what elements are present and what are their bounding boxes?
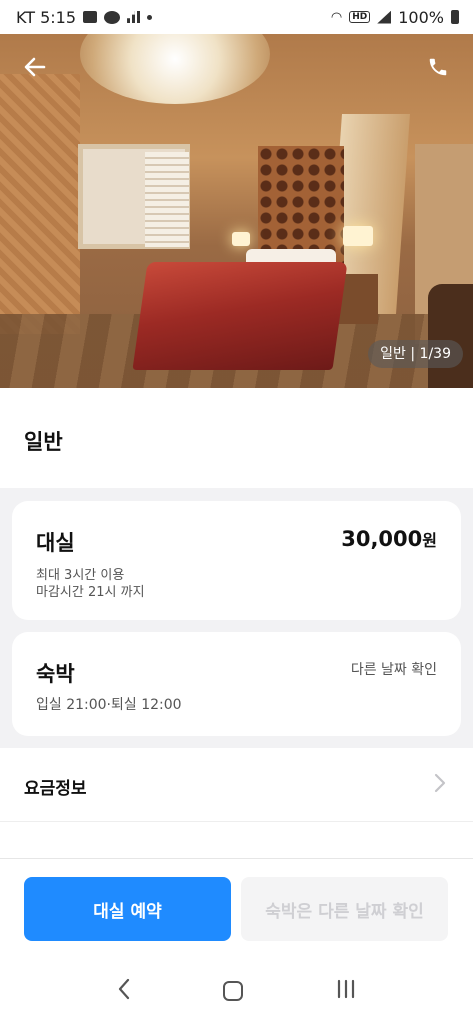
chevron-right-icon [433,772,447,800]
photo-counter: 일반 | 1/39 [368,340,463,368]
nav-recent-apps-icon[interactable] [335,979,357,1004]
status-carrier-time: KT 5:15 [16,7,77,27]
daesil-deadline: 마감시간 21시 까지 [36,585,145,600]
phone-icon [429,58,447,76]
dot-icon [147,14,153,20]
arrow-left-icon [24,57,46,77]
talk-icon [104,10,121,24]
status-bar: KT 5:15 ◠ HD 100% [0,0,473,34]
signal-bars-icon [127,11,141,23]
nav-back-icon[interactable] [116,975,132,1008]
booking-action-bar: 대실 예약 숙박은 다른 날짜 확인 [0,858,473,958]
daesil-reserve-button[interactable]: 대실 예약 [24,877,231,941]
daesil-price: 30,000원 [341,527,437,551]
wifi-icon: ◠ [330,9,343,25]
check-other-date-link[interactable]: 다른 날짜 확인 [351,659,437,679]
battery-icon [451,10,459,24]
back-button[interactable] [20,54,50,84]
image-icon [83,11,98,23]
cell-signal-icon [377,10,392,24]
daesil-card[interactable]: 대실 30,000원 최대 3시간 이용 마감시간 21시 까지 [12,501,461,620]
sukbak-other-date-button[interactable]: 숙박은 다른 날짜 확인 [241,877,448,941]
room-photo[interactable]: 일반 | 1/39 [0,34,473,388]
battery-level: 100% [398,7,444,27]
room-title: 일반 [24,430,63,454]
sukbak-card[interactable]: 숙박 다른 날짜 확인 입실 21:00·퇴실 12:00 [12,632,461,736]
room-title-section: 일반 [0,388,473,488]
sukbak-checkin-checkout: 입실 21:00·퇴실 12:00 [36,697,182,713]
nav-home-icon[interactable] [223,981,244,1001]
hd-icon: HD [349,11,371,23]
rate-info-label: 요금정보 [24,779,87,799]
system-nav-bar [0,958,473,1024]
rate-info-row[interactable]: 요금정보 [0,748,473,822]
call-button[interactable] [425,56,451,82]
daesil-title: 대실 [36,531,75,555]
screen: KT 5:15 ◠ HD 100% 일반 | 1/39 일반 대실 30,000… [0,0,473,1024]
sukbak-title: 숙박 [36,662,75,686]
